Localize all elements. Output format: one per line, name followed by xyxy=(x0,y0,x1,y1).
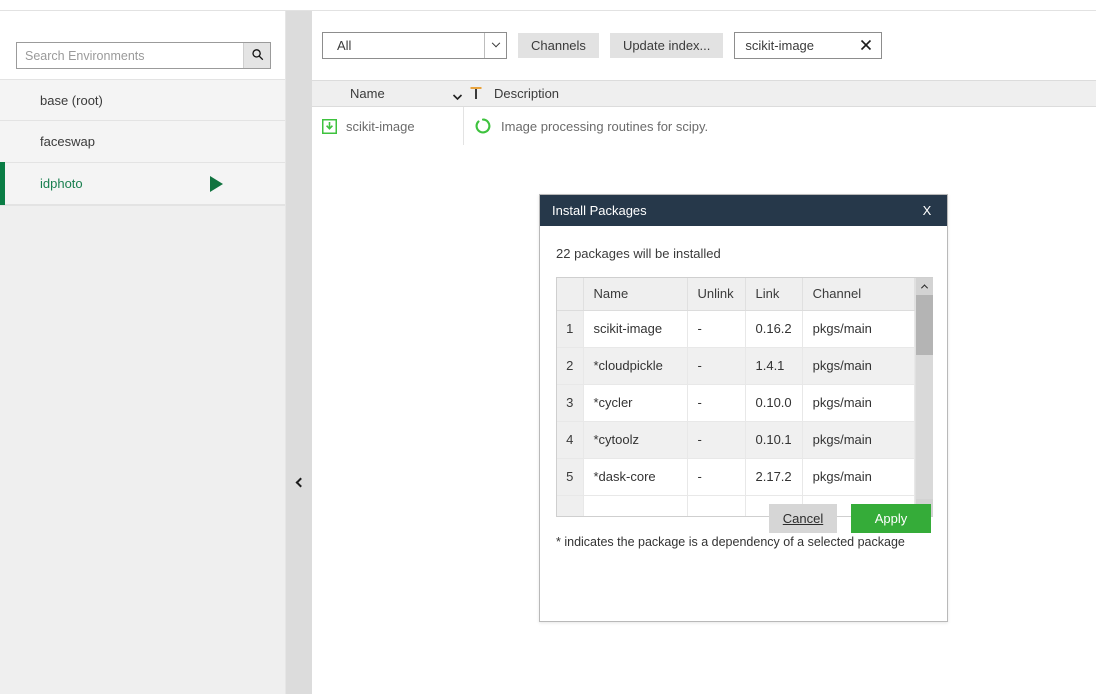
table-row[interactable]: 5 *dask-core - 2.17.2 pkgs/main xyxy=(557,458,915,496)
channels-button[interactable]: Channels xyxy=(518,33,599,58)
row-index: 3 xyxy=(557,384,584,422)
environment-name: idphoto xyxy=(40,176,83,191)
packages-grid-table: Name Unlink Link Channel 1 scikit-image … xyxy=(557,278,915,516)
row-index xyxy=(557,495,584,516)
row-unlink: - xyxy=(687,458,746,496)
row-name xyxy=(583,495,688,516)
table-row[interactable]: 2 *cloudpickle - 1.4.1 pkgs/main xyxy=(557,347,915,385)
row-channel: pkgs/main xyxy=(802,347,915,385)
dependency-footnote: * indicates the package is a dependency … xyxy=(556,535,905,549)
package-description: Image processing routines for scipy. xyxy=(501,118,709,134)
play-icon[interactable] xyxy=(210,175,223,192)
sidebar-item-base-root[interactable]: base (root) xyxy=(0,79,285,121)
row-name: *cytoolz xyxy=(583,421,688,459)
environment-list: base (root) faceswap idphoto xyxy=(0,79,285,205)
chevron-down-icon[interactable] xyxy=(484,33,506,58)
row-unlink: - xyxy=(687,347,746,385)
dialog-titlebar: Install Packages X xyxy=(540,195,947,226)
packages-toolbar: All Channels Update index... scikit-imag… xyxy=(312,11,1096,80)
chevron-down-icon[interactable] xyxy=(452,89,463,104)
search-environments-input[interactable] xyxy=(17,43,243,68)
row-channel: pkgs/main xyxy=(802,310,915,348)
row-name: scikit-image xyxy=(583,310,688,348)
close-icon[interactable] xyxy=(859,39,873,53)
scrollbar-track[interactable] xyxy=(916,295,933,499)
row-unlink xyxy=(687,495,746,516)
grid-column-unlink[interactable]: Unlink xyxy=(687,278,746,311)
grid-column-index xyxy=(557,278,584,311)
download-box-icon[interactable] xyxy=(322,118,337,134)
chevron-up-icon xyxy=(920,284,929,292)
grid-column-name[interactable]: Name xyxy=(583,278,688,311)
table-row[interactable]: scikit-image Image processing routines f… xyxy=(312,107,1096,145)
package-name: scikit-image xyxy=(346,118,415,134)
update-index-button[interactable]: Update index... xyxy=(609,33,724,58)
sidebar-divider xyxy=(286,11,312,694)
search-environments-box[interactable] xyxy=(16,42,271,69)
row-name: *dask-core xyxy=(583,458,688,496)
row-channel: pkgs/main xyxy=(802,384,915,422)
row-channel: pkgs/main xyxy=(802,458,915,496)
row-name: *cloudpickle xyxy=(583,347,688,385)
package-filter-select[interactable]: All xyxy=(322,32,507,59)
grid-header-row: Name Unlink Link Channel xyxy=(557,278,915,311)
packages-table-header: Name Description xyxy=(312,80,1096,107)
text-filter-icon[interactable] xyxy=(470,85,482,104)
dialog-title: Install Packages xyxy=(552,203,647,218)
row-unlink: - xyxy=(687,310,746,348)
row-link: 0.16.2 xyxy=(745,310,803,348)
grid-scrollbar[interactable] xyxy=(915,278,933,516)
environment-list-empty-area xyxy=(0,205,285,694)
anaconda-navigator-window: base (root) faceswap idphoto All xyxy=(0,0,1096,694)
search-packages-value: scikit-image xyxy=(745,38,815,53)
loading-spinner-icon xyxy=(475,118,491,134)
column-header-description[interactable]: Description xyxy=(494,86,559,101)
sidebar-item-faceswap[interactable]: faceswap xyxy=(0,121,285,163)
row-unlink: - xyxy=(687,384,746,422)
collapse-sidebar-button[interactable] xyxy=(286,470,312,494)
row-link: 1.4.1 xyxy=(745,347,803,385)
row-link: 0.10.1 xyxy=(745,421,803,459)
row-channel: pkgs/main xyxy=(802,421,915,459)
chevron-left-icon xyxy=(295,477,306,487)
environment-name: base (root) xyxy=(40,92,103,108)
row-index: 1 xyxy=(557,310,584,348)
search-packages-box[interactable]: scikit-image xyxy=(734,32,883,59)
dialog-actions: Cancel Apply xyxy=(769,504,931,533)
row-index: 2 xyxy=(557,347,584,385)
scroll-up-button[interactable] xyxy=(916,278,933,295)
row-unlink: - xyxy=(687,421,746,459)
grid-column-link[interactable]: Link xyxy=(745,278,803,311)
row-name: *cycler xyxy=(583,384,688,422)
close-icon[interactable]: X xyxy=(919,203,935,218)
package-name-cell: scikit-image xyxy=(312,107,464,145)
row-index: 4 xyxy=(557,421,584,459)
search-icon xyxy=(251,48,264,64)
table-row[interactable]: 1 scikit-image - 0.16.2 pkgs/main xyxy=(557,310,915,348)
row-index: 5 xyxy=(557,458,584,496)
table-row[interactable]: 3 *cycler - 0.10.0 pkgs/main xyxy=(557,384,915,422)
row-link: 2.17.2 xyxy=(745,458,803,496)
grid-column-channel[interactable]: Channel xyxy=(802,278,915,311)
install-summary: 22 packages will be installed xyxy=(556,246,721,261)
package-description-cell: Image processing routines for scipy. xyxy=(464,107,708,145)
sidebar-item-idphoto[interactable]: idphoto xyxy=(0,162,285,205)
scrollbar-thumb[interactable] xyxy=(916,295,933,355)
package-filter-value: All xyxy=(337,38,352,53)
row-link: 0.10.0 xyxy=(745,384,803,422)
apply-button[interactable]: Apply xyxy=(851,504,931,533)
install-packages-dialog: Install Packages X 22 packages will be i… xyxy=(539,194,948,622)
table-row[interactable]: 4 *cytoolz - 0.10.1 pkgs/main xyxy=(557,421,915,459)
install-packages-grid: Name Unlink Link Channel 1 scikit-image … xyxy=(556,277,933,517)
cancel-button[interactable]: Cancel xyxy=(769,504,837,533)
environment-name: faceswap xyxy=(40,134,95,149)
grid-scroll-area: Name Unlink Link Channel 1 scikit-image … xyxy=(557,278,915,516)
column-header-name[interactable]: Name xyxy=(350,86,385,101)
environments-sidebar: base (root) faceswap idphoto xyxy=(0,11,286,694)
search-environments-button[interactable] xyxy=(243,43,270,68)
dialog-body: 22 packages will be installed Name Unlin… xyxy=(540,226,947,549)
